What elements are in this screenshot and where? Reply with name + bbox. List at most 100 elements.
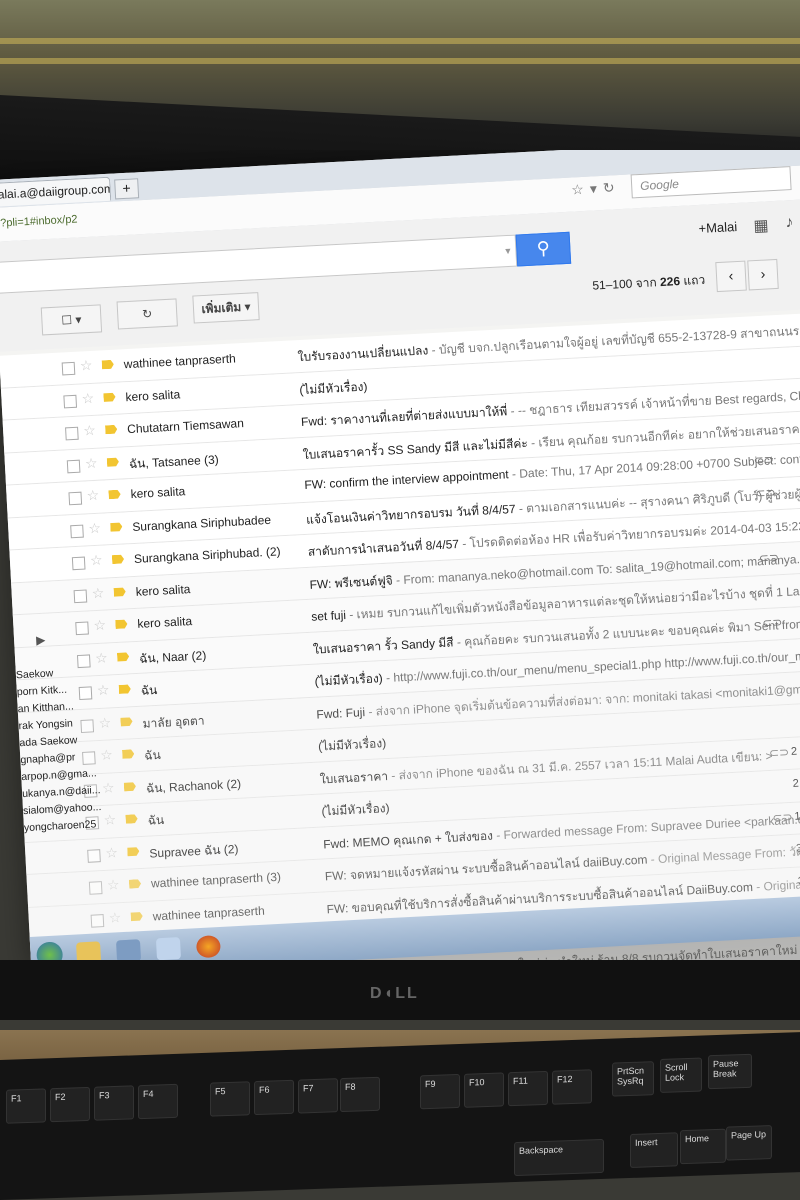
firefox-icon[interactable] — [195, 935, 221, 959]
row-checkbox[interactable] — [75, 621, 89, 636]
search-button[interactable]: ⚲ — [515, 231, 572, 267]
star-icon[interactable]: ☆ — [90, 552, 103, 570]
reload-icon[interactable]: ↻ — [602, 179, 621, 196]
important-marker-icon[interactable] — [112, 555, 124, 565]
key-f9[interactable]: F9 — [420, 1073, 460, 1110]
key-insert[interactable]: Insert — [630, 1132, 678, 1168]
important-marker-icon[interactable] — [115, 619, 127, 629]
star-icon[interactable]: ☆ — [96, 681, 109, 699]
key-f11[interactable]: F11 — [508, 1070, 548, 1107]
search-options-icon[interactable]: ▼ — [503, 246, 512, 256]
star-icon[interactable]: ☆ — [83, 422, 96, 440]
star-icon[interactable]: ☆ — [107, 876, 120, 894]
key-backspace[interactable]: Backspace — [514, 1138, 604, 1177]
row-checkbox[interactable] — [61, 361, 76, 376]
star-icon[interactable]: ☆ — [95, 649, 108, 667]
star-icon[interactable]: ☆ — [100, 746, 113, 764]
star-icon[interactable]: ☆ — [81, 389, 94, 407]
star-icon[interactable]: ☆ — [85, 454, 98, 472]
key-f5[interactable]: F5 — [210, 1081, 250, 1117]
important-marker-icon[interactable] — [103, 392, 115, 402]
key-page-up[interactable]: Page Up — [726, 1125, 772, 1161]
key-f12[interactable]: F12 — [552, 1069, 592, 1105]
important-marker-icon[interactable] — [107, 457, 119, 467]
important-marker-icon[interactable] — [105, 425, 117, 435]
important-marker-icon[interactable] — [131, 912, 143, 922]
more-button[interactable]: เพิ่มเติม ▾ — [192, 292, 260, 324]
important-marker-icon[interactable] — [120, 717, 132, 727]
row-checkbox[interactable] — [63, 394, 78, 408]
email-sender: ฉัน, Rachanok (2) — [145, 776, 242, 796]
url-field[interactable]: il/?pli=1#inbox/p2 — [0, 213, 78, 229]
key-f6[interactable]: F6 — [254, 1079, 294, 1116]
row-checkbox[interactable] — [88, 881, 103, 895]
key-f4[interactable]: F4 — [138, 1083, 178, 1120]
email-snippet: (ไม่มีหัวเรื่อง) — [321, 799, 390, 822]
new-tab-button[interactable]: + — [114, 178, 140, 200]
user-profile-link[interactable]: +Malai — [698, 219, 737, 236]
star-icon[interactable]: ☆ — [102, 779, 115, 797]
email-sender: ฉัน, Tatsanee (3) — [128, 451, 220, 471]
important-marker-icon[interactable] — [110, 522, 122, 532]
star-icon[interactable]: ☆ — [108, 909, 121, 927]
search-input[interactable]: ▼ — [0, 234, 518, 294]
dropdown-icon[interactable]: ▾ — [589, 180, 603, 197]
key-f7[interactable]: F7 — [298, 1078, 338, 1114]
star-icon[interactable]: ☆ — [103, 811, 116, 829]
key-f1[interactable]: F1 — [6, 1088, 46, 1124]
notification-icon[interactable]: ♪ — [785, 214, 794, 232]
row-checkbox[interactable] — [65, 426, 79, 441]
row-checkbox[interactable] — [66, 459, 81, 473]
important-marker-icon[interactable] — [127, 847, 139, 857]
bookmark-star-icon[interactable]: ☆ — [571, 181, 590, 198]
important-marker-icon[interactable] — [119, 684, 131, 694]
prev-page-button[interactable]: ‹ — [715, 260, 747, 293]
star-icon[interactable]: ☆ — [105, 844, 118, 862]
email-list: ☆ wathinee tanpraserth ใบรับรองงานเปลี่ยนแ… — [0, 310, 800, 990]
important-marker-icon[interactable] — [125, 814, 137, 824]
select-checkbox-button[interactable]: ☐ ▾ — [40, 304, 103, 336]
key-f2[interactable]: F2 — [50, 1086, 90, 1123]
row-checkbox[interactable] — [90, 913, 105, 928]
key-f10[interactable]: F10 — [464, 1072, 504, 1108]
email-subject: แจ้งโอนเงินค่าวิทยากรอบรม วันที่ 8/4/57 — [305, 501, 516, 527]
important-marker-icon[interactable] — [102, 360, 114, 370]
key-scroll-lock[interactable]: Scroll Lock — [660, 1057, 702, 1093]
dell-logo: D◖LL — [370, 985, 419, 1002]
star-icon[interactable]: ☆ — [79, 357, 92, 375]
important-marker-icon[interactable] — [129, 879, 141, 889]
key-f8[interactable]: F8 — [340, 1076, 380, 1113]
important-marker-icon[interactable] — [114, 587, 126, 597]
key-pause-break[interactable]: Pause Break — [708, 1053, 752, 1090]
important-marker-icon[interactable] — [122, 749, 134, 759]
star-icon[interactable]: ☆ — [93, 617, 106, 635]
star-icon[interactable]: ☆ — [88, 519, 101, 537]
row-checkbox[interactable] — [70, 524, 84, 538]
email-sender: Supravee ฉัน (2) — [149, 841, 239, 861]
email-subject: ใบเสนอราคารั้ว SS Sandy มีสี และไม่มีสีค… — [302, 435, 529, 462]
email-date: 31 — [795, 842, 800, 855]
next-page-button[interactable]: › — [747, 258, 779, 291]
important-marker-icon[interactable] — [117, 652, 129, 662]
row-checkbox[interactable] — [73, 589, 88, 603]
star-icon[interactable]: ☆ — [91, 584, 104, 602]
row-checkbox[interactable] — [71, 556, 86, 571]
media-icon[interactable] — [115, 939, 142, 963]
refresh-button[interactable]: ↻ — [116, 298, 178, 330]
key-prtscn-sysrq[interactable]: PrtScn SysRq — [612, 1061, 654, 1097]
email-sender: Surangkana Siriphubad. (2) — [133, 544, 281, 566]
row-checkbox[interactable] — [87, 848, 101, 863]
important-marker-icon[interactable] — [108, 490, 120, 500]
star-icon[interactable]: ☆ — [86, 487, 99, 505]
key-f3[interactable]: F3 — [94, 1085, 134, 1121]
chevron-left-icon: ‹ — [728, 267, 734, 284]
important-marker-icon[interactable] — [124, 782, 136, 792]
star-icon[interactable]: ☆ — [98, 714, 111, 732]
app-icon[interactable] — [155, 937, 182, 961]
chevron-right-icon: › — [760, 265, 766, 282]
page-unit: แถว — [683, 272, 706, 288]
key-home[interactable]: Home — [680, 1128, 726, 1165]
apps-grid-icon[interactable]: ▦ — [753, 215, 769, 236]
row-checkbox[interactable] — [68, 491, 83, 506]
video-call-icon[interactable]: ▶ — [36, 633, 46, 647]
